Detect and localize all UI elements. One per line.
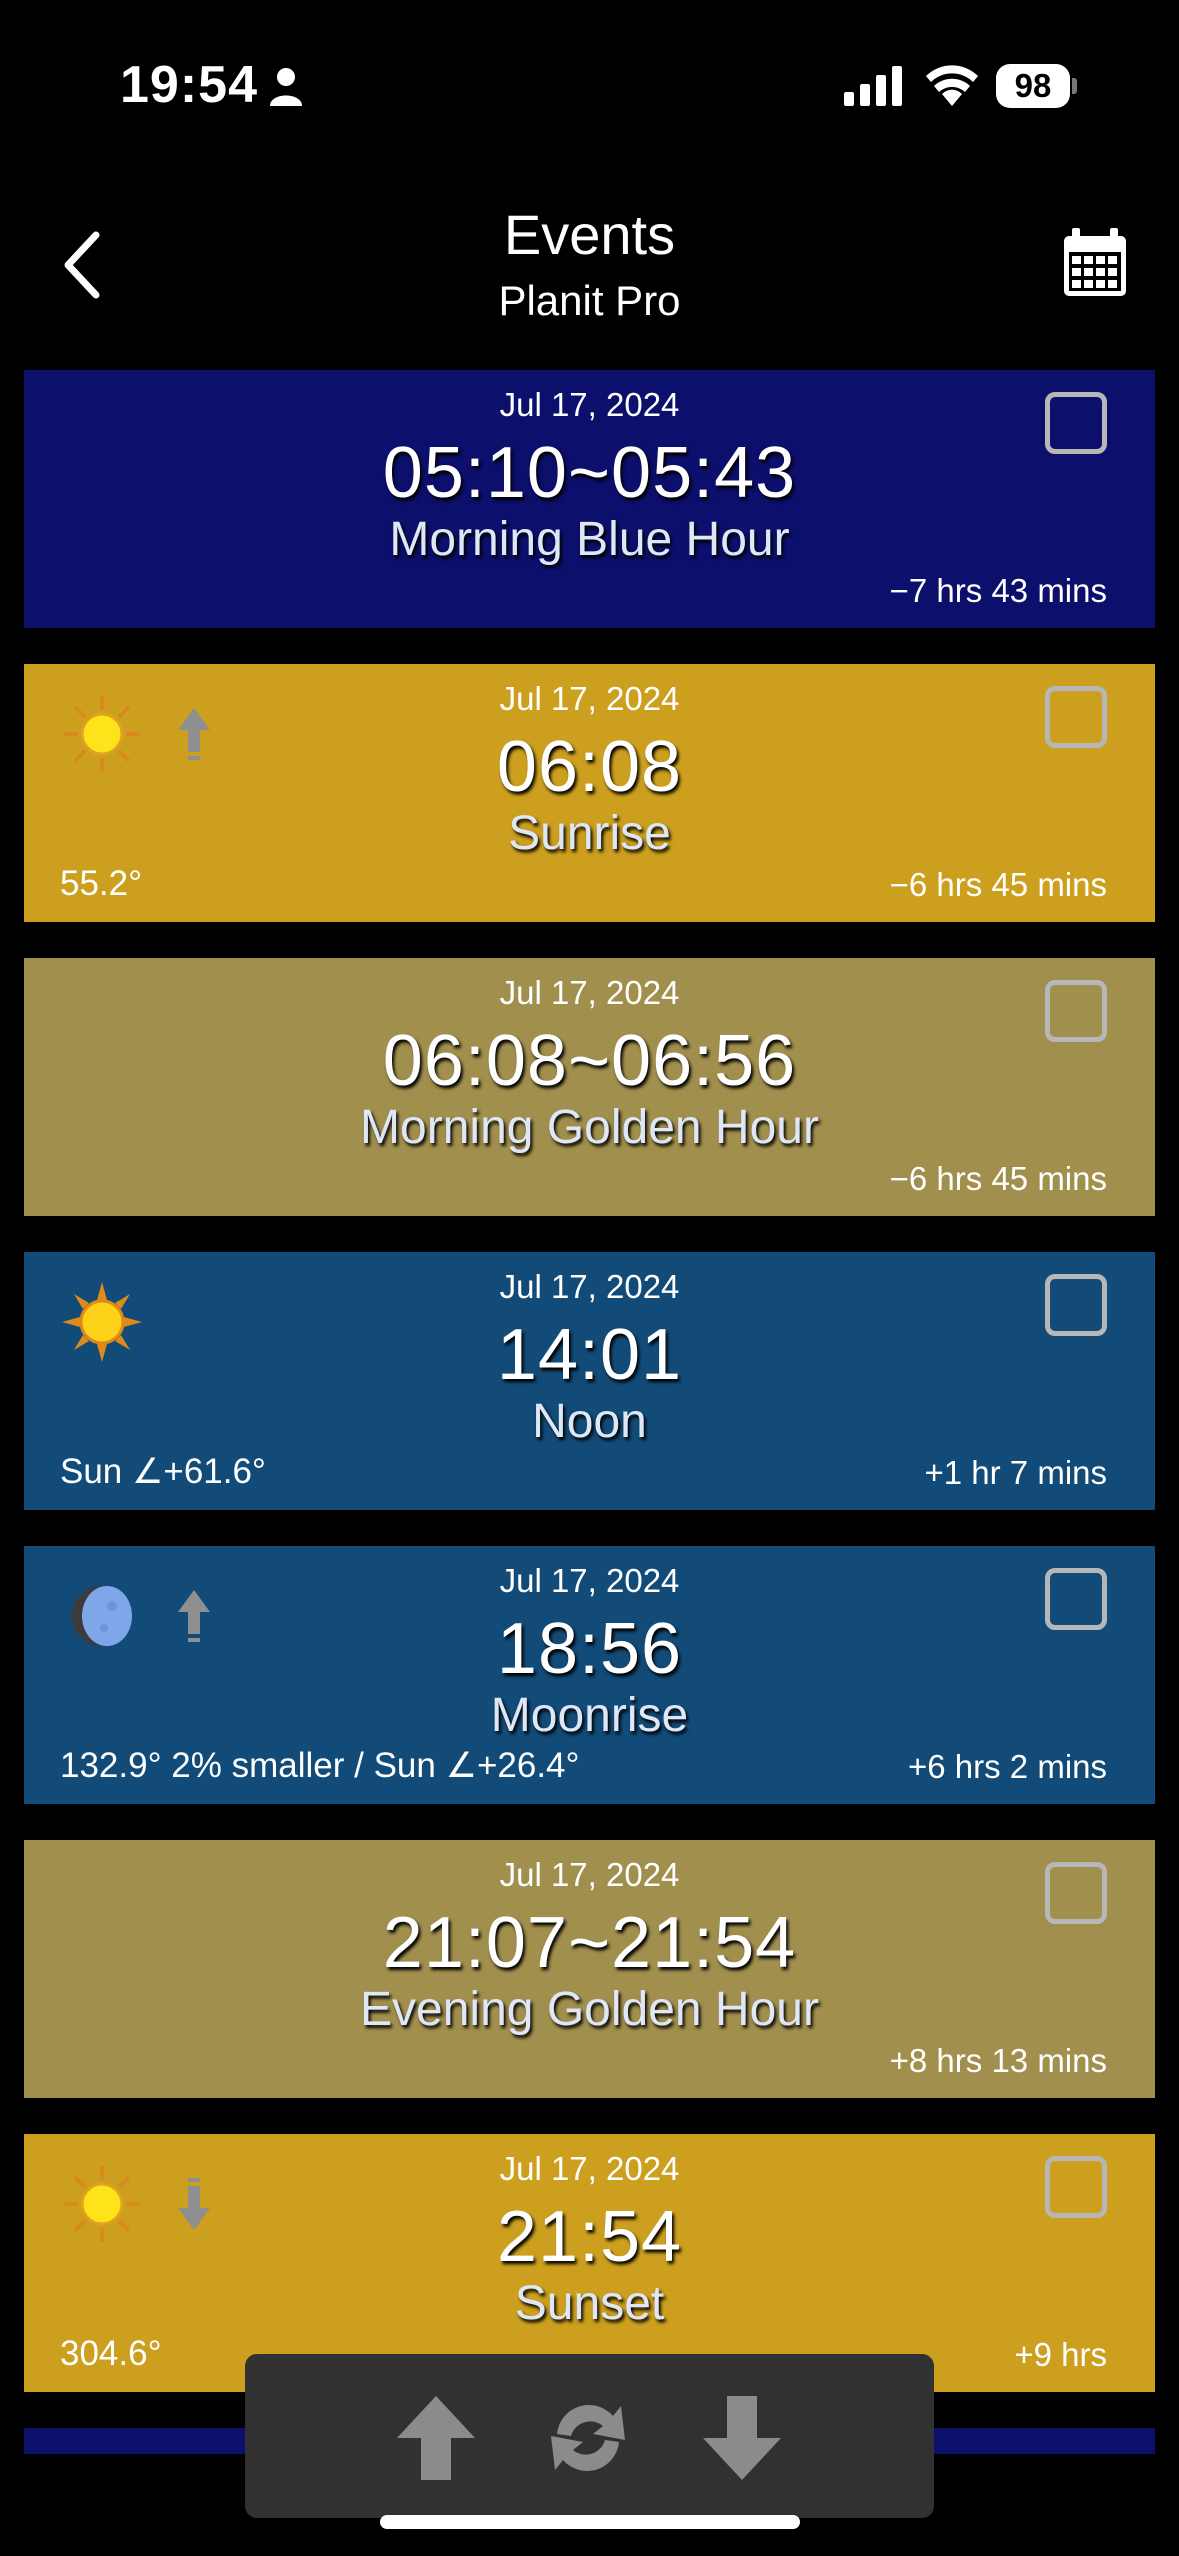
event-date: Jul 17, 2024 bbox=[499, 1856, 680, 1893]
event-checkbox[interactable] bbox=[1045, 686, 1107, 748]
event-time: 18:56 bbox=[496, 1609, 683, 1689]
event-checkbox[interactable] bbox=[1045, 392, 1107, 454]
event-name: Evening Golden Hour bbox=[360, 1983, 819, 2036]
event-card-sunrise[interactable]: Jul 17, 2024 06:08 Sunrise 55.2° −6 hrs … bbox=[24, 664, 1155, 922]
event-name: Noon bbox=[532, 1395, 647, 1448]
cellular-signal-icon bbox=[844, 66, 902, 106]
event-date: Jul 17, 2024 bbox=[499, 2150, 680, 2187]
event-name: Sunset bbox=[514, 2277, 665, 2330]
page-title: Events bbox=[503, 203, 676, 266]
event-card-moonrise[interactable]: Jul 17, 2024 18:56 Moonrise 132.9° 2% sm… bbox=[24, 1546, 1155, 1804]
event-time: 06:08 bbox=[496, 727, 683, 807]
event-time: 21:54 bbox=[496, 2197, 683, 2277]
event-relative-time: −7 hrs 43 mins bbox=[889, 572, 1107, 609]
person-icon bbox=[270, 68, 302, 106]
event-checkbox[interactable] bbox=[1045, 1274, 1107, 1336]
event-name: Morning Blue Hour bbox=[389, 513, 790, 566]
event-card-morning-blue-hour[interactable]: Jul 17, 2024 05:10~05:43 Morning Blue Ho… bbox=[24, 370, 1155, 628]
event-checkbox[interactable] bbox=[1045, 2156, 1107, 2218]
event-moon-info: 132.9° 2% smaller / Sun ∠+26.4° bbox=[60, 1746, 580, 1785]
event-name: Sunrise bbox=[508, 807, 671, 860]
battery-tip bbox=[1072, 78, 1077, 94]
scroll-up-arrow-icon[interactable] bbox=[391, 2390, 481, 2486]
event-time: 05:10~05:43 bbox=[382, 433, 797, 513]
event-relative-time: +8 hrs 13 mins bbox=[889, 2042, 1107, 2079]
scroll-down-arrow-icon[interactable] bbox=[697, 2390, 787, 2486]
event-sun-elevation: Sun ∠+61.6° bbox=[60, 1452, 266, 1491]
event-checkbox[interactable] bbox=[1045, 980, 1107, 1042]
page-subtitle: Planit Pro bbox=[498, 277, 681, 324]
event-name: Moonrise bbox=[490, 1689, 689, 1742]
event-relative-time: −6 hrs 45 mins bbox=[889, 866, 1107, 903]
event-date: Jul 17, 2024 bbox=[499, 1268, 680, 1305]
event-card-morning-golden-hour[interactable]: Jul 17, 2024 06:08~06:56 Morning Golden … bbox=[24, 958, 1155, 1216]
event-time: 06:08~06:56 bbox=[382, 1021, 797, 1101]
event-checkbox[interactable] bbox=[1045, 1862, 1107, 1924]
event-time: 21:07~21:54 bbox=[382, 1903, 797, 1983]
event-azimuth: 304.6° bbox=[60, 2334, 162, 2373]
home-indicator[interactable] bbox=[380, 2515, 800, 2529]
event-card-noon[interactable]: Jul 17, 2024 14:01 Noon Sun ∠+61.6° +1 h… bbox=[24, 1252, 1155, 1510]
calendar-icon[interactable] bbox=[1060, 228, 1130, 298]
event-date: Jul 17, 2024 bbox=[499, 386, 680, 423]
event-card-evening-golden-hour[interactable]: Jul 17, 2024 21:07~21:54 Evening Golden … bbox=[24, 1840, 1155, 2098]
event-relative-time: +6 hrs 2 mins bbox=[908, 1748, 1107, 1785]
event-checkbox[interactable] bbox=[1045, 1568, 1107, 1630]
event-date: Jul 17, 2024 bbox=[499, 680, 680, 717]
event-name: Morning Golden Hour bbox=[360, 1101, 819, 1154]
bottom-toolbar bbox=[245, 2354, 934, 2518]
event-relative-time: +1 hr 7 mins bbox=[924, 1454, 1108, 1491]
refresh-icon[interactable] bbox=[543, 2390, 633, 2486]
event-relative-time: +9 hrs bbox=[1014, 2336, 1107, 2373]
event-azimuth: 55.2° bbox=[60, 864, 143, 903]
event-date: Jul 17, 2024 bbox=[499, 974, 680, 1011]
battery-indicator: 98 bbox=[996, 64, 1077, 108]
event-time: 14:01 bbox=[496, 1315, 683, 1395]
event-date: Jul 17, 2024 bbox=[499, 1562, 680, 1599]
wifi-icon bbox=[926, 65, 978, 106]
status-bar: 19:54 98 bbox=[0, 0, 1179, 170]
battery-level: 98 bbox=[996, 64, 1070, 108]
status-time: 19:54 bbox=[120, 56, 258, 114]
event-relative-time: −6 hrs 45 mins bbox=[889, 1160, 1107, 1197]
navigation-header: Events Planit Pro bbox=[0, 180, 1179, 350]
